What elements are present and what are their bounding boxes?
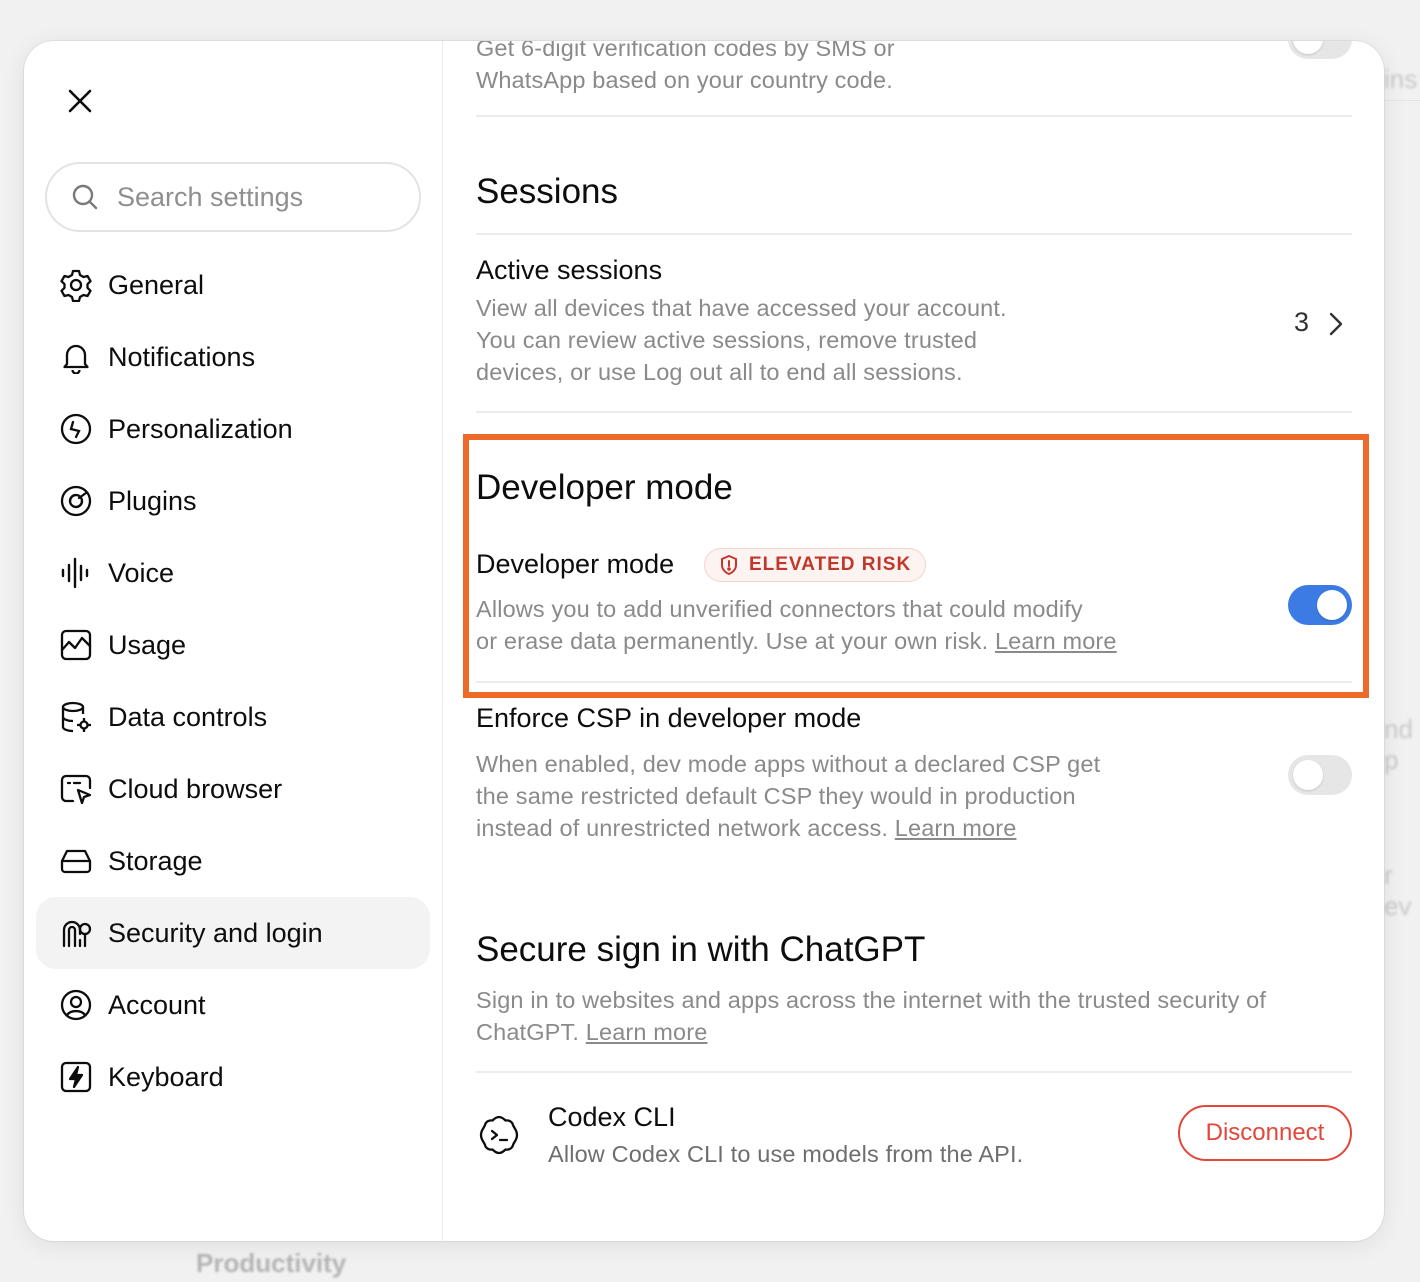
developer-mode-title: Developer mode xyxy=(476,549,675,579)
developer-mode-description: Allows you to add unverified connectors … xyxy=(476,596,1117,654)
disconnect-button[interactable]: Disconnect xyxy=(1178,1105,1352,1161)
search-settings-field[interactable] xyxy=(45,162,421,232)
database-gear-icon xyxy=(58,699,94,735)
close-button[interactable] xyxy=(58,81,102,121)
plugins-icon xyxy=(58,483,94,519)
active-sessions-description: View all devices that have accessed your… xyxy=(476,295,1007,385)
toggle-knob xyxy=(1317,590,1347,620)
divider xyxy=(476,681,1352,683)
sidebar-item-cloud-browser[interactable]: Cloud browser xyxy=(36,753,430,825)
sidebar-item-security-and-login[interactable]: Security and login xyxy=(36,897,430,969)
developer-mode-heading: Developer mode xyxy=(476,468,733,507)
divider xyxy=(476,1071,1352,1073)
sidebar-item-label: Personalization xyxy=(108,413,293,444)
sidebar-item-label: Data controls xyxy=(108,701,268,732)
cloud-browser-icon xyxy=(58,771,94,807)
elevated-risk-badge: ELEVATED RISK xyxy=(704,548,927,582)
divider xyxy=(476,411,1352,413)
account-icon xyxy=(58,987,94,1023)
background-text-fragment: ins xyxy=(1384,64,1418,94)
waveform-icon xyxy=(58,555,94,591)
sidebar-item-keyboard[interactable]: Keyboard xyxy=(36,1041,430,1113)
sidebar-item-personalization[interactable]: Personalization xyxy=(36,393,430,465)
background-text-fragment: r ev xyxy=(1384,860,1412,921)
secure-signin-description: Sign in to websites and apps across the … xyxy=(476,987,1267,1045)
enforce-csp-toggle[interactable] xyxy=(1288,755,1352,795)
sidebar-item-voice[interactable]: Voice xyxy=(36,537,430,609)
sidebar-item-data-controls[interactable]: Data controls xyxy=(36,681,430,753)
gear-icon xyxy=(58,267,94,303)
sidebar-item-label: Account xyxy=(108,989,206,1020)
codex-cli-description: Allow Codex CLI to use models from the A… xyxy=(548,1141,1024,1167)
sidebar-item-label: Security and login xyxy=(108,917,323,948)
bell-icon xyxy=(58,339,94,375)
sidebar-item-label: Storage xyxy=(108,845,203,876)
settings-modal: General Notifications Personalization Pl… xyxy=(24,41,1384,1241)
sidebar-item-label: Plugins xyxy=(108,485,197,516)
sessions-heading: Sessions xyxy=(476,172,619,211)
security-icon xyxy=(58,915,94,951)
sidebar-item-label: Voice xyxy=(108,557,175,588)
toggle-knob xyxy=(1293,41,1323,54)
mfa-toggle[interactable] xyxy=(1288,41,1352,59)
active-sessions-count: 3 xyxy=(1294,307,1310,337)
keyboard-bolt-icon xyxy=(58,1059,94,1095)
sidebar-item-label: General xyxy=(108,269,205,300)
settings-sidebar: General Notifications Personalization Pl… xyxy=(24,41,443,1241)
sidebar-item-label: Cloud browser xyxy=(108,773,283,804)
enforce-csp-title: Enforce CSP in developer mode xyxy=(476,703,862,733)
sidebar-item-usage[interactable]: Usage xyxy=(36,609,430,681)
developer-learn-more-link[interactable]: Learn more xyxy=(995,628,1117,654)
divider xyxy=(476,115,1352,117)
background-divider xyxy=(1385,100,1420,101)
csp-learn-more-link[interactable]: Learn more xyxy=(895,815,1017,841)
background-text-fragment: nd p xyxy=(1384,714,1413,775)
sidebar-item-general[interactable]: General xyxy=(36,249,430,321)
storage-drive-icon xyxy=(58,843,94,879)
close-icon xyxy=(68,89,92,113)
sidebar-item-label: Notifications xyxy=(108,341,256,372)
search-input[interactable] xyxy=(117,181,397,213)
toggle-knob xyxy=(1293,760,1323,790)
codex-cli-icon xyxy=(479,1115,519,1155)
settings-nav: General Notifications Personalization Pl… xyxy=(36,249,430,1113)
badge-label: ELEVATED RISK xyxy=(749,554,912,575)
sidebar-item-account[interactable]: Account xyxy=(36,969,430,1041)
enforce-csp-description: When enabled, dev mode apps without a de… xyxy=(476,751,1101,841)
codex-cli-title: Codex CLI xyxy=(548,1102,676,1132)
sidebar-item-storage[interactable]: Storage xyxy=(36,825,430,897)
background-productivity-label: Productivity xyxy=(196,1248,347,1278)
mfa-description: Get 6-digit verification codes by SMS or… xyxy=(476,41,895,93)
search-icon xyxy=(72,184,98,210)
sidebar-item-label: Usage xyxy=(108,629,187,660)
security-settings-panel: Get 6-digit verification codes by SMS or… xyxy=(476,41,1352,1241)
sidebar-item-notifications[interactable]: Notifications xyxy=(36,321,430,393)
secure-signin-heading: Secure sign in with ChatGPT xyxy=(476,930,926,969)
usage-chart-icon xyxy=(58,627,94,663)
sidebar-item-label: Keyboard xyxy=(108,1061,224,1092)
shield-alert-icon xyxy=(719,554,739,576)
secure-signin-learn-more-link[interactable]: Learn more xyxy=(586,1019,708,1045)
developer-mode-toggle[interactable] xyxy=(1288,585,1352,625)
chevron-right-icon xyxy=(1329,312,1343,336)
sidebar-item-plugins[interactable]: Plugins xyxy=(36,465,430,537)
personalization-icon xyxy=(58,411,94,447)
active-sessions-title: Active sessions xyxy=(476,255,663,285)
divider xyxy=(476,233,1352,235)
